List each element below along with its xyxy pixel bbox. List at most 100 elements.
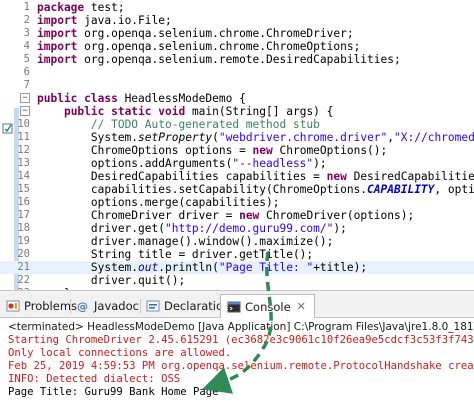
line-number: 4 [23,40,30,52]
tab-javadoc[interactable]: @ Javadoc [76,297,139,315]
code-text: DesiredCapabilities capabilities = new D… [37,170,474,183]
code-line[interactable]: 9 public static void main(String[] args)… [0,105,474,118]
code-token: ChromeOptions(); [272,144,388,157]
code-line[interactable]: 11 System.setProperty("webdriver.chrome.… [0,131,474,144]
code-line[interactable]: 7 [0,79,474,92]
line-number: 5 [23,53,30,65]
line-number: 15 [17,183,30,195]
code-line[interactable]: 13 options.addArguments("--headless"); [0,157,474,170]
console-line: Feb 25, 2019 4:59:53 PM org.openqa.selen… [8,360,474,372]
tab-divider [140,299,141,313]
code-line[interactable]: 2 import java.io.File; [0,14,474,27]
code-token: ); [333,222,347,235]
code-token: System. [37,261,139,274]
close-icon[interactable]: ✕ [297,300,306,313]
code-token: public static void [63,105,186,118]
declaration-icon [146,299,160,313]
tab-problems[interactable]: Problems [6,297,77,315]
code-line[interactable]: 17 ChromeDriver driver = new ChromeDrive… [0,209,474,222]
code-line[interactable]: 1 package test; [0,1,474,14]
code-token: "X://chromedriver.exe" [394,131,474,144]
code-text: System.out.println("Page Title: "+title)… [37,261,367,274]
code-token: import [37,40,78,53]
code-token: public class [37,92,118,105]
code-text: import org.openqa.selenium.chrome.Chrome… [37,40,360,53]
line-number: 19 [17,235,30,247]
code-token: driver.quit(); [37,274,186,287]
code-text: driver.get("http://demo.guru99.com/"); [37,222,347,235]
tab-label: Javadoc [94,299,139,313]
line-number: 17 [17,209,30,221]
code-text: System.setProperty("webdriver.chrome.dri… [37,131,474,144]
line-number: 21 [17,261,30,273]
line-number: 3 [23,27,30,39]
code-token: import [37,14,78,27]
code-token: +title); [313,261,368,274]
code-token: import [37,53,78,66]
code-line[interactable]: 6 [0,66,474,79]
line-number: 12 [17,144,30,156]
console-output[interactable]: <terminated> HeadlessModeDemo [Java Appl… [0,318,474,410]
code-line[interactable]: 8public class HeadlessModeDemo { [0,92,474,105]
line-number: 6 [23,66,30,78]
code-token: out [138,261,159,274]
code-token: import [37,27,78,40]
code-text: String title = driver.getTitle(); [37,248,313,261]
tab-divider [70,299,71,313]
code-token: new [326,170,347,183]
console-line: Only local connections are allowed. [8,347,232,359]
code-line[interactable]: 3 import org.openqa.selenium.chrome.Chrom… [0,27,474,40]
code-line[interactable]: 4 import org.openqa.selenium.chrome.Chrom… [0,40,474,53]
tab-label: Console [245,299,291,314]
code-token: "Page Title: " [218,261,314,274]
code-text: ChromeDriver driver = new ChromeDriver(o… [37,209,414,222]
fold-toggle-icon[interactable]: − [20,106,30,116]
code-line[interactable]: 12 ChromeOptions options = new ChromeOpt… [0,144,474,157]
fold-toggle-icon[interactable]: − [20,93,30,103]
code-line[interactable]: 10 // TODO Auto-generated method stub [0,118,474,131]
code-token: options.addArguments( [37,157,233,170]
code-line[interactable]: 20 String title = driver.getTitle(); [0,248,474,261]
tab-declaration[interactable]: Declaration [146,297,230,315]
code-line[interactable]: 14 DesiredCapabilities capabilities = ne… [0,170,474,183]
code-line[interactable]: 5 import org.openqa.selenium.remote.Desir… [0,53,474,66]
code-editor[interactable]: 1 package test; 2 import java.io.File; 3 impo… [0,0,474,290]
code-token: "--headless" [232,157,314,170]
code-text: public class HeadlessModeDemo { [37,92,246,105]
code-token: CAPABILITY [367,183,435,196]
code-token: driver.get( [37,222,165,235]
line-number: 13 [17,157,30,169]
code-text: package test; [37,1,125,14]
code-text: import org.openqa.selenium.remote.Desire… [37,53,401,66]
code-line[interactable]: 19 driver.manage().window().maximize(); [0,235,474,248]
line-number: 1 [23,1,30,13]
code-token: ChromeDriver(options); [259,209,415,222]
code-text: ChromeOptions options = new ChromeOption… [37,144,387,157]
line-number: 22 [17,274,30,286]
code-token: driver.manage().window().maximize(); [37,235,334,248]
code-token: org.openqa.selenium.chrome.ChromeOptions… [77,40,361,53]
tab-console[interactable]: Console ✕ [220,294,315,318]
code-token: DesiredCapabilities capabilities = [37,170,327,183]
code-token: "http://demo.guru99.com/" [164,222,334,235]
code-token: options.merge(capabilities); [37,196,280,209]
code-line[interactable]: 22 driver.quit(); [0,274,474,287]
line-number: 20 [17,248,30,260]
bottom-panel-tabbar: Problems @ Javadoc Declaration Console ✕ [0,290,474,318]
code-line[interactable]: 15 capabilities.setCapability(ChromeOpti… [0,183,474,196]
code-token: new [252,144,273,157]
code-token: ChromeOptions options = [37,144,253,157]
problems-icon [6,299,20,313]
code-text: driver.manage().window().maximize(); [37,235,334,248]
code-line[interactable]: 21 System.out.println("Page Title: "+tit… [0,261,474,274]
code-token: org.openqa.selenium.chrome.ChromeDriver; [77,27,354,40]
code-token: main(String[] args) { [185,105,334,118]
code-line[interactable]: 18 driver.get("http://demo.guru99.com/")… [0,222,474,235]
line-number: 18 [17,222,30,234]
console-line: Starting ChromeDriver 2.45.615291 (ec368… [8,334,474,346]
line-number: 7 [23,79,30,91]
console-line-page-title: Page Title: Guru99 Bank Home Page [8,386,219,398]
code-line[interactable]: 16 options.merge(capabilities); [0,196,474,209]
